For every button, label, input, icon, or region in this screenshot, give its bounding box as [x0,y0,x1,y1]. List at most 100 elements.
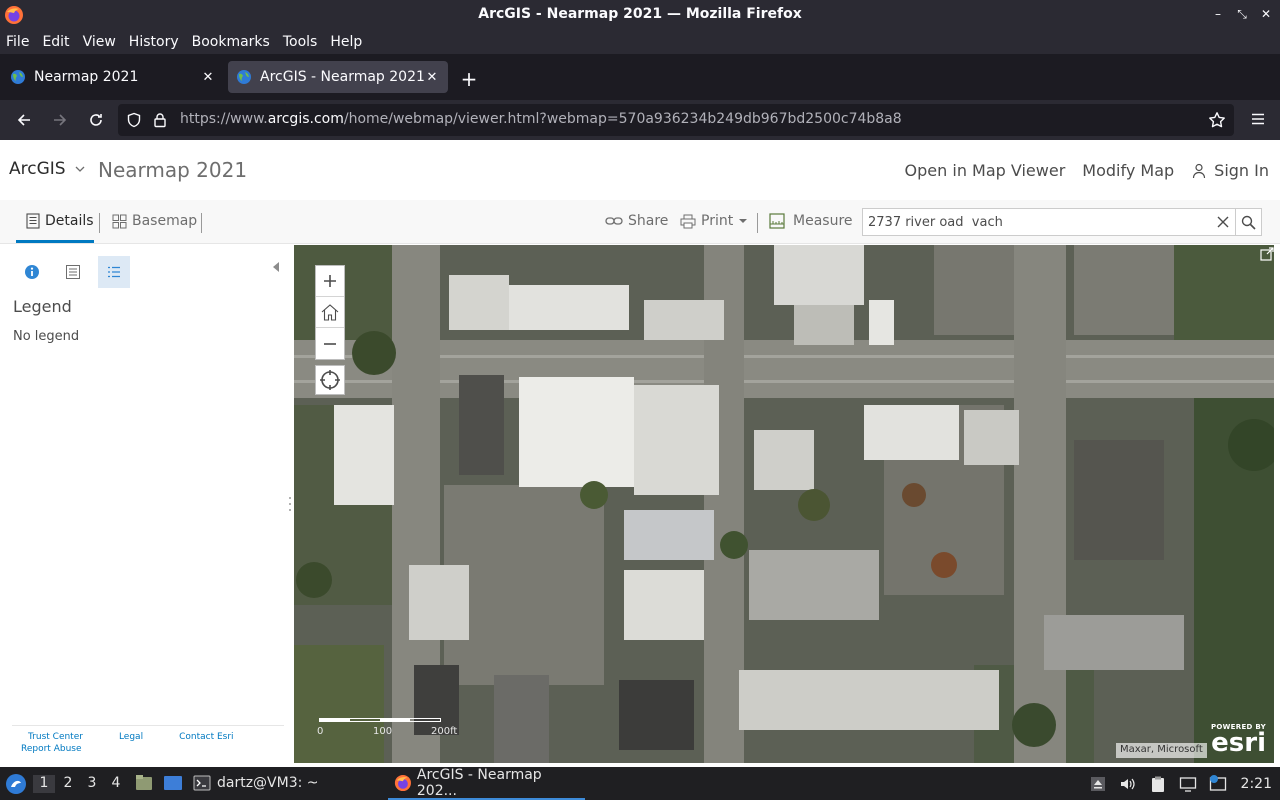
collapse-panel-icon[interactable] [272,261,280,273]
workspace-1[interactable]: 1 [33,775,55,793]
terminal-label: dartz@VM3: ~ [217,775,319,791]
app-header: ArcGIS Nearmap 2021 Open in Map Viewer M… [0,140,1280,200]
close-tab-icon[interactable]: ✕ [424,69,440,85]
minimize-icon[interactable]: – [1212,7,1224,21]
sign-in-link[interactable]: Sign In [1192,161,1269,180]
measure-ruler-icon [769,213,785,229]
close-tab-icon[interactable]: ✕ [200,69,216,85]
close-icon[interactable] [1215,214,1231,230]
report-abuse-link[interactable]: Report Abuse [21,744,284,754]
trust-center-link[interactable]: Trust Center [28,732,83,742]
locate-button[interactable] [315,365,345,395]
about-tab[interactable] [16,256,48,288]
new-tab-button[interactable]: + [458,69,480,91]
menu-bookmarks[interactable]: Bookmarks [192,34,270,50]
menu-edit[interactable]: Edit [42,34,69,50]
tab-nearmap-2021[interactable]: Nearmap 2021 ✕ [2,61,224,93]
minus-icon [324,342,336,345]
taskbar-terminal[interactable]: dartz@VM3: ~ [193,774,319,792]
plus-icon [324,275,336,287]
arcgis-page: ArcGIS Nearmap 2021 Open in Map Viewer M… [0,140,1280,767]
clipboard-icon[interactable] [1149,775,1167,793]
caret-down-icon [739,219,748,223]
print-button[interactable]: Print [680,213,754,229]
map-view[interactable]: 0 100 200ft Maxar, Microsoft POWERED BY … [294,245,1274,763]
workspace-3[interactable]: 3 [81,775,103,793]
default-extent-button[interactable] [316,297,344,328]
file-manager-icon[interactable] [134,773,154,793]
legend-title: Legend [13,297,72,316]
menu-help[interactable]: Help [330,34,362,50]
basemap-button[interactable]: Basemap [112,213,197,229]
search-button[interactable] [1236,208,1262,236]
details-tab[interactable]: Details [26,213,94,229]
scale-label-200ft: 200ft [431,726,458,737]
url-text[interactable]: https://www.arcgis.com/home/webmap/viewe… [180,111,902,127]
eject-icon[interactable] [1089,775,1107,793]
locate-crosshair-icon [320,370,340,390]
menu-file[interactable]: File [6,34,29,50]
esri-logo[interactable]: POWERED BY esri [1204,723,1266,759]
menu-bar: File Edit View History Bookmarks Tools H… [0,29,1280,54]
workspace-2[interactable]: 2 [57,775,79,793]
taskbar-firefox[interactable]: ArcGIS - Nearmap 202... [388,767,585,800]
map-attribution: Maxar, Microsoft [1116,743,1207,758]
legal-link[interactable]: Legal [119,732,143,742]
terminal-icon [193,775,211,791]
menu-tools[interactable]: Tools [283,34,318,50]
printer-icon [680,214,696,228]
hamburger-menu-icon[interactable] [1250,111,1266,127]
back-button[interactable] [12,108,36,132]
desktop-icon[interactable] [163,773,183,793]
open-in-map-viewer-link[interactable]: Open in Map Viewer [905,161,1066,180]
contact-esri-link[interactable]: Contact Esri [179,732,233,742]
legend-tab[interactable] [98,256,130,288]
search-input[interactable] [863,209,1203,235]
basemap-grid-icon [112,214,127,228]
tab-bar: Nearmap 2021 ✕ ArcGIS - Nearmap 2021 ✕ + [0,54,1280,100]
shield-icon[interactable] [126,112,142,128]
close-window-icon[interactable]: ✕ [1260,7,1272,21]
volume-icon[interactable] [1119,775,1137,793]
zoom-out-button[interactable] [316,328,344,359]
arcgis-brand-menu[interactable]: ArcGIS [9,159,86,179]
share-button[interactable]: Share [605,213,668,229]
print-label: Print [701,213,734,229]
expand-icon[interactable] [1260,247,1274,261]
firefox-label: ArcGIS - Nearmap 202... [416,766,542,799]
address-bar[interactable]: https://www.arcgis.com/home/webmap/viewe… [118,104,1234,136]
aerial-imagery[interactable] [294,245,1274,763]
panel-resize-handle[interactable] [288,495,292,513]
clock[interactable]: 2:21 [1241,776,1272,792]
forward-button[interactable] [48,108,72,132]
zoom-in-button[interactable] [316,266,344,297]
window-title: ArcGIS - Nearmap 2021 — Mozilla Firefox [478,6,802,22]
toolbar-divider [201,213,202,233]
notification-icon[interactable] [1209,774,1227,793]
restore-icon[interactable]: ⤡ [1236,7,1248,21]
modify-map-link[interactable]: Modify Map [1082,161,1174,180]
home-icon [321,304,339,321]
menu-history[interactable]: History [129,34,179,50]
menu-view[interactable]: View [83,34,116,50]
link-icon [605,217,623,225]
tab-label: Nearmap 2021 [34,69,139,85]
share-label: Share [628,213,669,229]
measure-button[interactable]: Measure [769,213,853,229]
brand-label: ArcGIS [9,159,66,179]
measure-label: Measure [793,213,853,229]
url-host: arcgis.com [267,111,344,127]
display-icon[interactable] [1179,775,1197,793]
start-menu-icon[interactable] [5,773,27,795]
sign-in-label: Sign In [1214,161,1269,180]
window-titlebar: ArcGIS - Nearmap 2021 — Mozilla Firefox … [0,0,1280,29]
reload-button[interactable] [84,108,108,132]
reload-icon [90,114,102,126]
tab-arcgis-nearmap-2021[interactable]: ArcGIS - Nearmap 2021 ✕ [228,61,448,93]
bookmark-star-icon[interactable] [1208,111,1226,129]
url-path: /home/webmap/viewer.html?webmap=570a9362… [343,111,902,127]
arrow-right-icon [54,114,67,126]
workspace-4[interactable]: 4 [105,775,127,793]
lock-icon[interactable] [152,112,168,128]
content-tab[interactable] [57,256,89,288]
